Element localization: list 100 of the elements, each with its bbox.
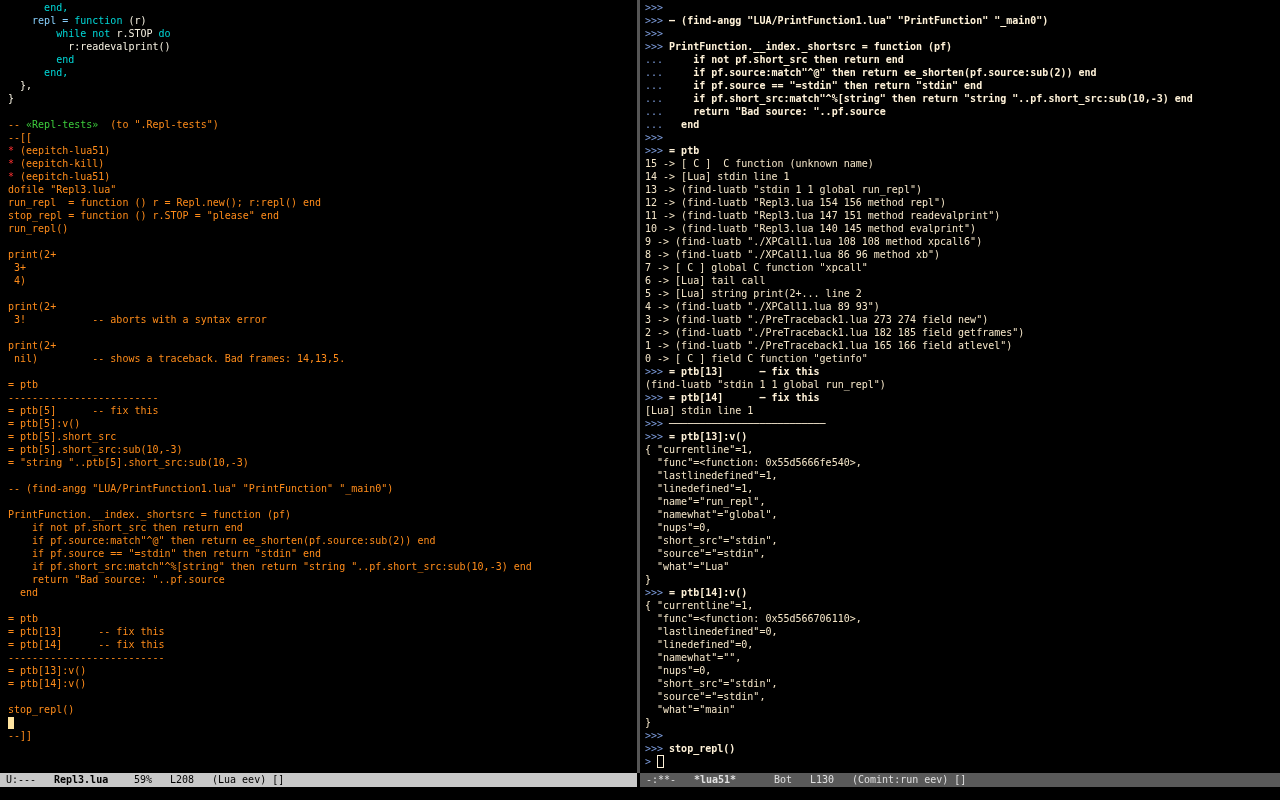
repl-output: "source"="=stdin", xyxy=(656,547,766,560)
code-line: = ptb[5].short_src xyxy=(8,430,117,443)
buffer-status: -:**- xyxy=(646,773,678,787)
repl-prompt: >>> xyxy=(645,365,664,378)
repl-command: = ptb[14] — fix this xyxy=(668,391,820,404)
repl-output: [Lua] stdin line 1 xyxy=(645,404,754,417)
code-line: stop_repl = function () r.STOP = "please" end xyxy=(8,209,279,222)
repl-prompt: >>> xyxy=(645,27,664,40)
line-number: L130 xyxy=(810,773,836,787)
repl-output: 13 -> (find-luatb "stdin 1 1 global run_repl") xyxy=(645,183,922,196)
repl-command: PrintFunction.__index._shortsrc = function (pf) xyxy=(668,40,953,53)
repl-command: ────────────────────────── xyxy=(668,417,826,430)
repl-output: 12 -> (find-luatb "Repl3.lua 154 156 method repl") xyxy=(645,196,947,209)
code-line: -- «Repl-tests» (to ".Repl-tests") xyxy=(8,118,219,131)
repl-command: = ptb[13]:v() xyxy=(668,430,748,443)
code-line: run_repl() xyxy=(8,222,69,235)
repl-command: if pf.source:match"^@" then return ee_shorten(pf.source:sub(2)) end xyxy=(692,66,1097,79)
code-line: PrintFunction.__index._shortsrc = function (pf) xyxy=(8,508,291,521)
code-line: if pf.source:match"^@" then return ee_shorten(pf.source:sub(2)) end xyxy=(31,534,436,547)
repl-prompt: >>> xyxy=(645,729,664,742)
code-line: print(2+ xyxy=(8,339,57,352)
code-line: -- (find-angg "LUA/PrintFunction1.lua" "PrintFunction" "_main0") xyxy=(8,482,394,495)
repl-command: stop_repl() xyxy=(668,742,736,755)
code-line: * (eepitch-lua51) xyxy=(8,170,111,183)
code-line: = ptb[13]:v() xyxy=(8,664,87,677)
repl-command: if pf.short_src:match"^%[string" then return "string "..pf.short_src:sub(10,-3) end xyxy=(692,92,1193,105)
code-line: nil) -- shows a traceback. Bad frames: 14,13,5. xyxy=(13,352,346,365)
repl-prompt: >>> xyxy=(645,14,664,27)
code-line: = ptb[14]:v() xyxy=(8,677,87,690)
repl-output: 14 -> [Lua] stdin line 1 xyxy=(645,170,790,183)
repl-output: "func"=<function: 0x55d566706110>, xyxy=(656,612,862,625)
major-mode: (Comint:run eev) [] xyxy=(852,773,967,787)
scroll-position: 59% xyxy=(134,773,154,787)
repl-command: if pf.source == "=stdin" then return "stdin" end xyxy=(692,79,983,92)
repl-command: = ptb xyxy=(668,144,700,157)
code-line: while not r.STOP do xyxy=(55,27,171,40)
repl-output: "namewhat"="", xyxy=(656,651,742,664)
repl-output: 4 -> (find-luatb "./XPCall1.lua 89 93") xyxy=(645,300,880,313)
repl-command: end xyxy=(680,118,700,131)
repl-output: 3 -> (find-luatb "./PreTraceback1.lua 273 274 field new") xyxy=(645,313,989,326)
code-line: end, xyxy=(43,66,69,79)
code-line: r:readevalprint() xyxy=(67,40,171,53)
repl-prompt: >>> xyxy=(645,417,664,430)
repl-command: — (find-angg "LUA/PrintFunction1.lua" "PrintFunction" "_main0") xyxy=(668,14,1049,27)
code-line: --[[ xyxy=(8,131,33,144)
repl-output: "source"="=stdin", xyxy=(656,690,766,703)
repl-output: 11 -> (find-luatb "Repl3.lua 147 151 method readevalprint") xyxy=(645,209,1001,222)
code-line: }, xyxy=(19,79,33,92)
repl-prompt: >>> xyxy=(645,40,664,53)
repl-output: "linedefined"=1, xyxy=(656,482,754,495)
repl-output: 6 -> [Lua] tail call xyxy=(645,274,766,287)
code-line: print(2+ xyxy=(8,300,57,313)
repl-output: "name"="run_repl", xyxy=(656,495,766,508)
code-line: = ptb[13] -- fix this xyxy=(8,625,165,638)
repl-prompt: >>> xyxy=(645,742,664,755)
code-line: stop_repl() xyxy=(8,703,75,716)
repl-output: "short_src"="stdin", xyxy=(656,677,778,690)
repl-prompt: >>> xyxy=(645,391,664,404)
repl-command: = ptb[13] — fix this xyxy=(668,365,820,378)
buffer-name: Repl3.lua xyxy=(54,773,110,787)
repl-output: "func"=<function: 0x55d5666fe540>, xyxy=(656,456,862,469)
repl-command: = ptb[14]:v() xyxy=(668,586,748,599)
repl-output: 0 -> [ C ] field C function "getinfo" xyxy=(645,352,868,365)
repl-output: 5 -> [Lua] string print(2+... line 2 xyxy=(645,287,862,300)
repl-prompt: >>> xyxy=(645,1,664,14)
code-line: = ptb[5] -- fix this xyxy=(8,404,159,417)
repl-output: } xyxy=(645,716,652,729)
repl-prompt: ... xyxy=(645,118,664,131)
code-line: dofile "Repl3.lua" xyxy=(8,183,117,196)
code-line: end, xyxy=(43,1,69,14)
repl-output: "what"="Lua" xyxy=(656,560,730,573)
code-line: = ptb[5]:v() xyxy=(8,417,81,430)
scroll-position: Bot xyxy=(774,773,794,787)
code-line: repl = function (r) xyxy=(31,14,147,27)
code-line: = ptb xyxy=(8,612,39,625)
repl-prompt: >>> xyxy=(645,131,664,144)
code-line: = "string "..ptb[5].short_src:sub(10,-3) xyxy=(8,456,249,469)
repl-output: 7 -> [ C ] global C function "xpcall" xyxy=(645,261,868,274)
code-line: 4) xyxy=(13,274,27,287)
code-line: } xyxy=(8,92,15,105)
repl-command: if not pf.short_src then return end xyxy=(692,53,904,66)
code-line: -------------------------- xyxy=(8,651,165,664)
repl-output: 2 -> (find-luatb "./PreTraceback1.lua 182 185 field getframes") xyxy=(645,326,1025,339)
code-line: = ptb xyxy=(8,378,39,391)
code-line: * (eepitch-lua51) xyxy=(8,144,111,157)
code-line: * (eepitch-kill) xyxy=(8,157,105,170)
repl-prompt: >>> xyxy=(645,144,664,157)
repl-output: "nups"=0, xyxy=(656,664,712,677)
repl-prompt: > xyxy=(645,755,652,768)
code-line: run_repl = function () r = Repl.new(); r:repl() end xyxy=(8,196,322,209)
repl-command: return "Bad source: "..pf.source xyxy=(692,105,886,118)
code-line: return "Bad source: "..pf.source xyxy=(31,573,225,586)
code-line: print(2+ xyxy=(8,248,57,261)
repl-output: 15 -> [ C ] C function (unknown name) xyxy=(645,157,874,170)
code-line: = ptb[14] -- fix this xyxy=(8,638,165,651)
code-line: --]] xyxy=(8,729,33,742)
repl-output: "lastlinedefined"=0, xyxy=(656,625,778,638)
code-line: 3! -- aborts with a syntax error xyxy=(13,313,267,326)
code-line: if pf.source == "=stdin" then return "stdin" end xyxy=(31,547,322,560)
repl-output: "nups"=0, xyxy=(656,521,712,534)
